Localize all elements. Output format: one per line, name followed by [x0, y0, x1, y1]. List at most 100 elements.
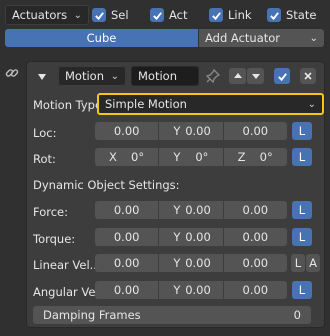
- force-x-value: 0.00: [113, 203, 140, 217]
- move-down-button[interactable]: [247, 68, 264, 84]
- torque-vector: 0.00 Y 0.00 0.00: [95, 228, 287, 246]
- damping-frames-label: Damping Frames: [43, 308, 141, 322]
- torque-local-toggle[interactable]: L: [292, 228, 312, 246]
- rot-z-field[interactable]: Z 0°: [224, 148, 287, 166]
- checkbox-state[interactable]: State: [267, 8, 316, 22]
- remove-actuator-button[interactable]: [300, 68, 316, 84]
- linear-velocity-add-toggle[interactable]: A: [306, 254, 320, 272]
- force-local-toggle[interactable]: L: [292, 201, 312, 219]
- angular-velocity-vector: 0.00 Y 0.00 0.00: [95, 281, 287, 299]
- checkbox-act[interactable]: Act: [150, 8, 188, 22]
- collapse-arrow-icon[interactable]: [36, 71, 48, 83]
- add-actuator-dropdown[interactable]: Add Actuator ⌄: [199, 29, 324, 47]
- torque-y-field[interactable]: Y 0.00: [159, 228, 224, 246]
- force-x-field[interactable]: 0.00: [95, 201, 160, 219]
- actuator-type-label: Motion: [65, 69, 104, 83]
- loc-vector: 0.00 Y 0.00 0.00: [95, 122, 287, 140]
- angular-velocity-z-value: 0.00: [242, 283, 269, 297]
- actuator-name-value: Motion: [138, 69, 177, 83]
- close-icon: [304, 72, 312, 80]
- loc-y-value: 0.00: [185, 124, 211, 138]
- torque-x-value: 0.00: [113, 230, 140, 244]
- pin-icon[interactable]: [205, 68, 221, 84]
- checkbox-sel[interactable]: Sel: [92, 8, 129, 22]
- linear-velocity-vector: 0.00 Y 0.00 0.00: [95, 254, 287, 272]
- rot-local-toggle[interactable]: L: [292, 148, 312, 166]
- checkbox-checked-icon: [150, 8, 164, 22]
- torque-z-value: 0.00: [242, 230, 269, 244]
- angular-velocity-y-field[interactable]: Y 0.00: [159, 281, 224, 299]
- rot-z-axis: Z: [237, 150, 246, 164]
- checkbox-checked-icon: [277, 72, 287, 81]
- chevron-down-icon: ⌄: [110, 70, 119, 82]
- object-tab-cube[interactable]: Cube: [5, 29, 198, 47]
- loc-z-value: 0.00: [242, 124, 269, 138]
- link-icon: [5, 66, 19, 80]
- angular-velocity-x-value: 0.00: [113, 283, 140, 297]
- object-tab-label: Cube: [86, 31, 117, 45]
- angular-velocity-local-toggle[interactable]: L: [292, 281, 312, 299]
- rot-y-axis: Y: [173, 150, 181, 164]
- loc-y-field[interactable]: Y 0.00: [159, 122, 224, 140]
- rot-z-value: 0°: [259, 150, 273, 164]
- rot-y-value: 0°: [195, 150, 209, 164]
- linear-velocity-y-value: 0.00: [185, 256, 211, 270]
- checkbox-act-label: Act: [169, 8, 188, 22]
- damping-frames-value: 0: [293, 308, 301, 322]
- loc-y-axis: Y: [173, 124, 181, 138]
- actuators-dropdown-label: Actuators: [12, 8, 68, 22]
- checkbox-checked-icon: [209, 8, 223, 22]
- checkbox-sel-label: Sel: [111, 8, 129, 22]
- loc-x-field[interactable]: 0.00: [95, 122, 160, 140]
- torque-y-axis: Y: [173, 230, 181, 244]
- checkbox-link[interactable]: Link: [209, 8, 252, 22]
- dynamic-settings-heading: Dynamic Object Settings:: [33, 178, 180, 192]
- linear-velocity-y-field[interactable]: Y 0.00: [159, 254, 224, 272]
- linear-velocity-x-field[interactable]: 0.00: [95, 254, 160, 272]
- linear-velocity-z-value: 0.00: [242, 256, 269, 270]
- angular-velocity-y-value: 0.00: [185, 283, 211, 297]
- angular-velocity-y-axis: Y: [173, 283, 181, 297]
- move-up-button[interactable]: [229, 68, 246, 84]
- linear-velocity-label: Linear Vel...: [33, 258, 101, 272]
- chevron-down-icon: ⌄: [307, 98, 316, 110]
- rot-x-field[interactable]: X 0°: [95, 148, 160, 166]
- rot-x-value: 0°: [131, 150, 145, 164]
- linear-velocity-z-field[interactable]: 0.00: [224, 254, 287, 272]
- motion-type-value: Simple Motion: [105, 97, 187, 111]
- torque-z-field[interactable]: 0.00: [224, 228, 287, 246]
- actuator-type-dropdown[interactable]: Motion ⌄: [58, 66, 126, 86]
- rot-x-axis: X: [109, 150, 117, 164]
- linear-velocity-y-axis: Y: [173, 256, 181, 270]
- rot-y-field[interactable]: Y 0°: [159, 148, 224, 166]
- checkbox-state-label: State: [286, 8, 317, 22]
- linear-velocity-local-toggle[interactable]: L: [291, 254, 305, 272]
- linear-velocity-x-value: 0.00: [113, 256, 140, 270]
- actuators-dropdown[interactable]: Actuators ⌄: [5, 5, 89, 25]
- arrow-up-icon: [233, 73, 242, 78]
- checkbox-checked-icon: [92, 8, 106, 22]
- angular-velocity-x-field[interactable]: 0.00: [95, 281, 160, 299]
- damping-frames-field[interactable]: Damping Frames 0: [33, 306, 311, 324]
- loc-local-toggle[interactable]: L: [292, 122, 312, 140]
- checkbox-checked-icon: [267, 8, 281, 22]
- torque-x-field[interactable]: 0.00: [95, 228, 160, 246]
- arrow-down-icon: [251, 74, 260, 79]
- force-y-field[interactable]: Y 0.00: [159, 201, 224, 219]
- force-y-axis: Y: [173, 203, 181, 217]
- rot-vector: X 0° Y 0° Z 0°: [95, 148, 287, 166]
- force-vector: 0.00 Y 0.00 0.00: [95, 201, 287, 219]
- torque-y-value: 0.00: [185, 230, 211, 244]
- force-z-field[interactable]: 0.00: [224, 201, 287, 219]
- angular-velocity-z-field[interactable]: 0.00: [224, 281, 287, 299]
- loc-label: Loc:: [33, 126, 57, 140]
- actuator-name-field[interactable]: Motion: [131, 66, 199, 86]
- chevron-down-icon: ⌄: [309, 32, 318, 44]
- add-actuator-label: Add Actuator: [205, 31, 281, 45]
- loc-z-field[interactable]: 0.00: [224, 122, 287, 140]
- chevron-down-icon: ⌄: [73, 9, 82, 21]
- force-z-value: 0.00: [242, 203, 269, 217]
- motion-type-dropdown[interactable]: Simple Motion ⌄: [97, 93, 324, 115]
- rot-label: Rot:: [33, 152, 56, 166]
- actuator-enabled-checkbox[interactable]: [274, 68, 290, 84]
